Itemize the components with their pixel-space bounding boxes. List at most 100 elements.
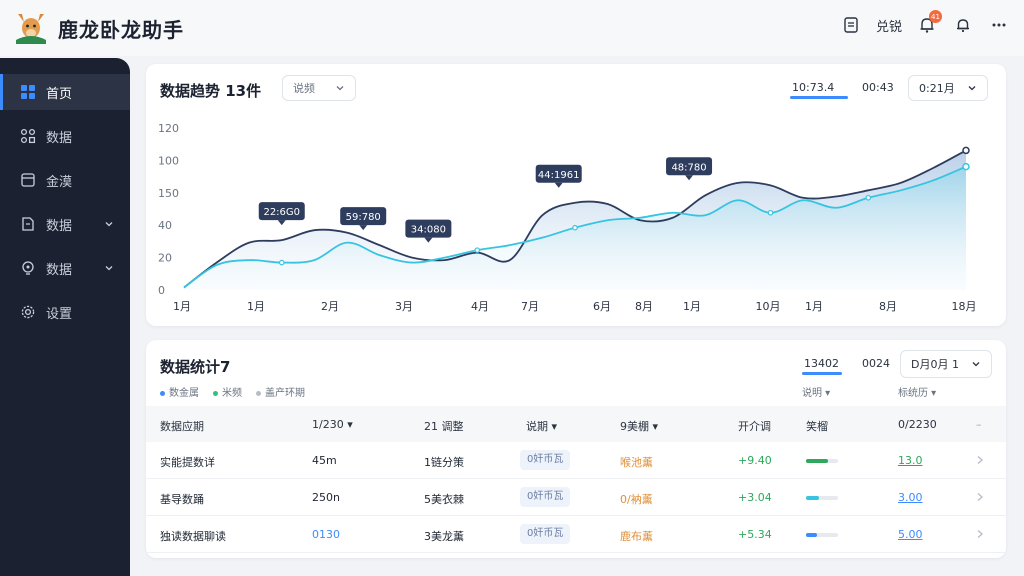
legend-item[interactable]: 盖产环期 [256, 384, 305, 399]
sidebar-item-data[interactable]: 数据 [0, 118, 130, 154]
notification-badge: 41 [929, 10, 942, 23]
column-header[interactable]: 数据应期 [160, 418, 204, 434]
row-progress-fill [806, 533, 818, 537]
chevron-right-icon[interactable] [976, 529, 984, 539]
series-point [767, 209, 774, 216]
deer-logo-icon [16, 14, 46, 44]
row-value[interactable]: 5.00 [898, 528, 923, 541]
table-header: 数据应期 1/230 ▾ 21 调整 说期 ▾ 9美棚 ▾ 开介调 笑榴 0/2… [146, 406, 1006, 442]
row-plan: 1链分策 [424, 456, 464, 469]
column-header[interactable]: 说期 ▾ [526, 418, 557, 434]
sidebar-item-data-files[interactable]: 数据 [0, 206, 130, 242]
app-logo[interactable]: 鹿龙卧龙助手 [12, 10, 184, 46]
x-tick-label: 10月 [756, 300, 781, 313]
y-tick-label: 0 [158, 284, 165, 297]
row-delta: +5.34 [738, 528, 772, 541]
nodes-icon [20, 128, 36, 144]
row-status: 喉池薰 [620, 456, 653, 469]
sidebar-item-data-insights[interactable]: 数据 [0, 250, 130, 286]
x-tick-label: 1月 [805, 300, 823, 313]
grid-icon [21, 85, 35, 99]
tooltip-pointer [424, 237, 433, 243]
stats-sub-label-a[interactable]: 说明 ▾ [802, 384, 830, 399]
table-row[interactable]: 独读数据聊读 0130 3美龙薰 0奸币瓦 鹿布薰 +5.34 5.00 [146, 516, 1006, 553]
column-header[interactable]: 0/2230 [898, 418, 937, 431]
gear-icon [21, 305, 35, 319]
row-tag[interactable]: 0奸币瓦 [520, 487, 571, 507]
column-header[interactable]: 9美棚 ▾ [620, 418, 658, 434]
sidebar-item-label: 数据 [46, 262, 73, 278]
tooltip-pointer [554, 182, 563, 188]
document-icon[interactable] [840, 14, 862, 36]
row-status: 鹿布薰 [620, 530, 653, 543]
row-count: 0130 [312, 528, 340, 541]
stats-legend: 数金属 米频 盖产环期 [160, 384, 305, 399]
sidebar: 首页 数据 金漠 数据 数据 设置 [0, 58, 130, 576]
chevron-right-icon[interactable] [976, 455, 984, 465]
row-delta: +3.04 [738, 491, 772, 504]
y-tick-label: 20 [158, 252, 172, 265]
sidebar-item-label: 数据 [46, 218, 73, 234]
bell-icon[interactable] [952, 14, 974, 36]
legend-item[interactable]: 米频 [213, 384, 242, 399]
notification-bell-icon[interactable]: 41 [916, 10, 942, 36]
column-header[interactable]: 开介调 [738, 418, 771, 434]
row-value[interactable]: 13.0 [898, 454, 923, 467]
tooltip-label: 59:780 [346, 212, 381, 223]
y-tick-label: 150 [158, 187, 179, 200]
series-point [572, 224, 578, 231]
row-name: 独读数据聊读 [160, 530, 226, 543]
chevron-down-icon [105, 222, 113, 227]
more-icon[interactable] [988, 14, 1010, 36]
x-tick-label: 1月 [683, 300, 701, 313]
sidebar-item-settings[interactable]: 设置 [0, 294, 130, 330]
series-point [962, 146, 970, 155]
row-progress-bar [806, 496, 838, 500]
x-tick-label: 6月 [593, 300, 611, 313]
x-tick-label: 7月 [521, 300, 539, 313]
row-value[interactable]: 3.00 [898, 491, 923, 504]
y-tick-label: 100 [158, 154, 179, 167]
stats-range-start[interactable]: 13402 [804, 357, 839, 370]
row-tag[interactable]: 0奸币瓦 [520, 450, 571, 470]
box-icon [21, 173, 35, 187]
x-tick-label: 2月 [321, 300, 339, 313]
table-row[interactable]: 基导数踊 250n 5美衣棘 0奸币瓦 0/衲薰 +3.04 3.00 [146, 479, 1006, 516]
series-point [962, 162, 970, 171]
chevron-down-icon [105, 266, 113, 271]
series-point [474, 247, 481, 253]
y-tick-label: 120 [158, 122, 179, 135]
stats-range-select[interactable]: D月0月 1 [900, 350, 992, 378]
column-header[interactable]: 21 调整 [424, 418, 464, 434]
series-point [865, 194, 872, 201]
row-name: 基导数踊 [160, 493, 204, 506]
sidebar-item-home[interactable]: 首页 [0, 74, 130, 110]
sidebar-item-label: 设置 [46, 306, 73, 322]
table-row[interactable]: 实能提数详 45m 1链分策 0奸币瓦 喉池薰 +9.40 13.0 [146, 442, 1006, 479]
stats-title: 数据统计7 [160, 358, 231, 376]
row-progress-bar [806, 459, 838, 463]
row-count: 45m [312, 454, 337, 467]
tooltip-label: 44:1961 [538, 170, 580, 181]
legend-item[interactable]: 数金属 [160, 384, 199, 399]
x-tick-label: 1月 [173, 300, 191, 313]
sidebar-item-box[interactable]: 金漠 [0, 162, 130, 198]
tooltip-label: 34:080 [411, 225, 446, 236]
tooltip-pointer [685, 175, 694, 181]
top-actions: 兑锐 41 [840, 10, 1010, 36]
row-tag[interactable]: 0奸币瓦 [520, 524, 571, 544]
x-tick-label: 3月 [395, 300, 413, 313]
stats-range-mid[interactable]: 0024 [862, 357, 890, 370]
sidebar-item-label: 金漠 [46, 174, 73, 190]
chevron-right-icon[interactable] [976, 492, 984, 502]
sidebar-item-label: 首页 [46, 86, 73, 102]
collapse-icon[interactable]: – [976, 418, 982, 431]
header-action-label[interactable]: 兑锐 [876, 16, 902, 35]
column-header[interactable]: 笑榴 [806, 418, 828, 434]
row-name: 实能提数详 [160, 456, 215, 469]
tooltip-label: 48:780 [671, 162, 706, 173]
stats-sub-label-b[interactable]: 标统历 ▾ [898, 384, 936, 399]
tooltip-label: 22:6G0 [263, 207, 300, 218]
column-header[interactable]: 1/230 ▾ [312, 418, 353, 431]
tooltip-pointer [359, 225, 368, 231]
